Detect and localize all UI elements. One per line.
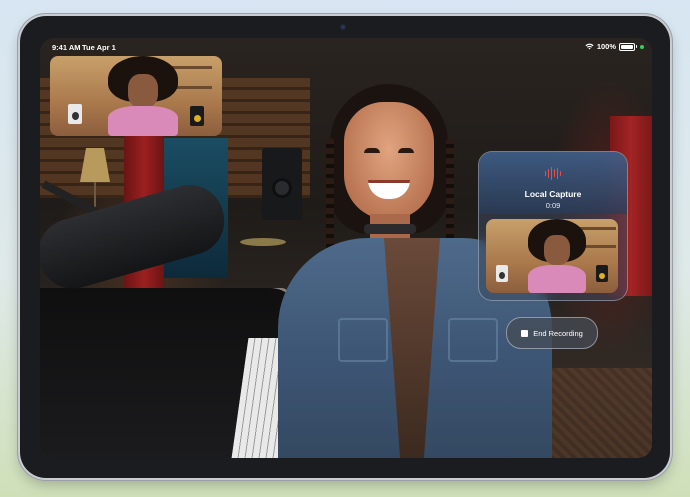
local-capture-panel: Local Capture 0:09	[478, 151, 628, 301]
stop-icon	[521, 329, 529, 337]
battery-full-icon	[619, 42, 637, 51]
mic-in-use-indicator	[640, 44, 644, 49]
choker-necklace	[364, 224, 416, 234]
status-date: Tue Apr 1	[82, 43, 116, 52]
remote-shirt	[108, 106, 178, 136]
remote-participant-pip[interactable]	[50, 56, 222, 136]
shirt-pocket-left	[338, 318, 388, 362]
shirt-pocket-right	[448, 318, 498, 362]
status-time: 9:41 AM	[52, 43, 81, 52]
remote-face	[128, 74, 158, 108]
preview-shirt	[528, 265, 586, 293]
participant-face	[344, 102, 434, 220]
right-eye	[398, 148, 414, 153]
left-eye	[364, 148, 380, 153]
ipad-device: 9:41 AM Tue Apr 1 100% Local Capture 0:0…	[20, 16, 670, 478]
capture-timer: 0:09	[545, 201, 561, 210]
waveform-icon	[545, 166, 562, 180]
speaker-white	[68, 104, 82, 124]
end-recording-button[interactable]: End Recording	[506, 317, 598, 349]
wifi-icon	[585, 43, 594, 50]
speaker-black	[596, 265, 608, 282]
battery-percent: 100%	[596, 42, 616, 51]
preview-face	[544, 235, 570, 265]
preview-person	[528, 219, 586, 293]
speaker-black	[190, 106, 204, 126]
smile	[368, 180, 410, 199]
speaker-white	[496, 265, 508, 282]
front-camera	[340, 24, 346, 30]
status-right-cluster: 100%	[585, 42, 644, 51]
capture-header: Local Capture 0:09	[479, 152, 627, 214]
video-call-screen: 9:41 AM Tue Apr 1 100% Local Capture 0:0…	[40, 38, 652, 458]
remote-participant	[108, 56, 178, 136]
capture-title: Local Capture	[524, 189, 582, 199]
local-capture-preview	[486, 219, 618, 293]
end-recording-label: End Recording	[533, 328, 583, 338]
